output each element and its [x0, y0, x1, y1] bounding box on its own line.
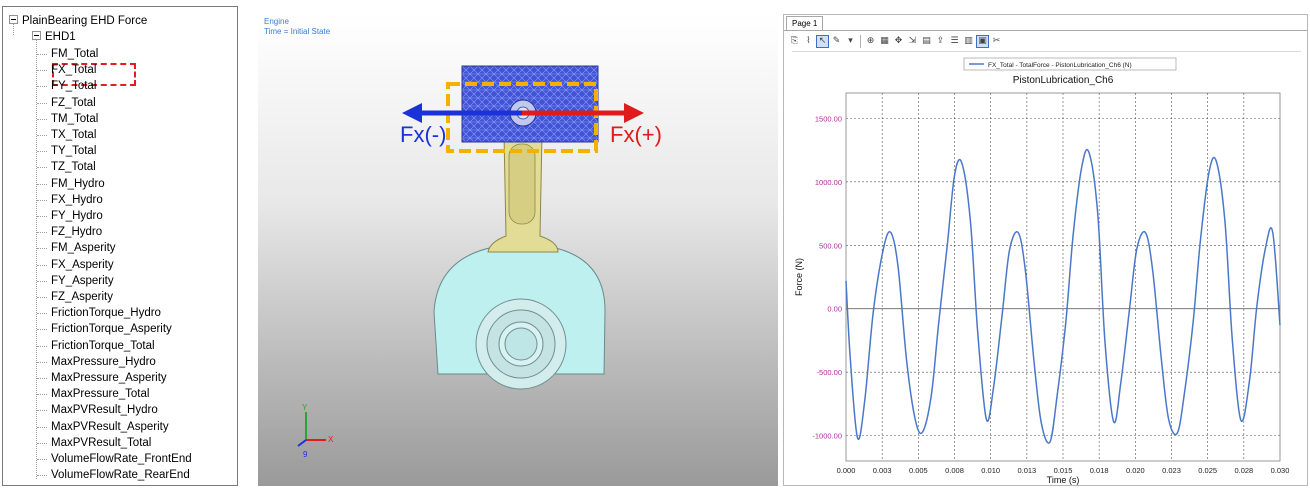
tree-line: [37, 118, 47, 120]
tree-line: [37, 297, 47, 298]
tree-item-fx-hydro[interactable]: FX_Hydro: [51, 192, 103, 208]
tree-line: [37, 70, 47, 72]
tree-item-tx-total[interactable]: TX_Total: [51, 127, 96, 143]
x-tick-label: 0.020: [1126, 466, 1145, 475]
fx-negative-label: Fx(-): [400, 122, 447, 147]
tree-item-fm-hydro[interactable]: FM_Hydro: [51, 176, 105, 192]
tree-node-ehd1[interactable]: EHD1: [32, 29, 76, 45]
tree-line: [37, 280, 47, 282]
tree-item-maxpressure-hydro[interactable]: MaxPressure_Hydro: [51, 354, 156, 370]
y-axis-label: Force (N): [794, 258, 804, 296]
tree-line: [37, 102, 47, 104]
x-tick-label: 0.010: [981, 466, 1000, 475]
x-tick-label: 0.013: [1017, 466, 1036, 475]
tree-item-maxpressure-asperity[interactable]: MaxPressure_Asperity: [51, 370, 167, 386]
tree-line: [37, 442, 47, 444]
tree-line: [37, 232, 47, 234]
tree-line: [37, 329, 47, 331]
axis-triad: [297, 412, 326, 447]
legend-label: FX_Total - TotalForce - PistonLubricatio…: [988, 62, 1132, 69]
tree-line: [37, 264, 47, 266]
collapse-icon[interactable]: [32, 31, 41, 41]
tree-line: [37, 183, 47, 185]
y-tick-label: 1500.00: [815, 114, 842, 123]
x-tick-label: 0.018: [1090, 466, 1109, 475]
triad-z-label: 9: [303, 450, 308, 459]
tree-item-frictiontorque-asperity[interactable]: FrictionTorque_Asperity: [51, 321, 172, 337]
tree-line: [37, 151, 47, 153]
tree-line: [37, 54, 47, 55]
tree-panel: PlainBearing EHD Force EHD1 FM_Total FX_T…: [2, 6, 238, 486]
plot-panel: Page 1 ⎘ ⌇ ↖ ✎ ▾ ⊕ ▦ ✥ ⇲ ▤ ⇪ ☰ ▥ ▣ ✂ 0.0…: [783, 14, 1308, 486]
x-tick-label: 0.023: [1162, 466, 1181, 475]
tree-line: [37, 345, 47, 347]
tree-item-tm-total[interactable]: TM_Total: [51, 111, 98, 127]
tree-item-fz-asperity[interactable]: FZ_Asperity: [51, 289, 113, 305]
tree-line: [37, 167, 47, 169]
tree-item-ty-total[interactable]: TY_Total: [51, 143, 96, 159]
x-tick-label: 0.030: [1271, 466, 1290, 475]
tree-line: [37, 216, 47, 217]
tree-line: [37, 378, 47, 379]
tree-item-fx-asperity[interactable]: FX_Asperity: [51, 257, 114, 273]
piston: [461, 65, 599, 143]
tree-item-fy-hydro[interactable]: FY_Hydro: [51, 208, 103, 224]
triad-y-label: Y: [302, 403, 308, 412]
tree-item-volumeflowrate-rearend[interactable]: VolumeFlowRate_RearEnd: [51, 467, 190, 483]
tree-line: [37, 394, 47, 396]
x-tick-label: 0.015: [1054, 466, 1073, 475]
tree-item-fy-asperity[interactable]: FY_Asperity: [51, 273, 114, 289]
tree-item-volumeflowrate-frontend[interactable]: VolumeFlowRate_FrontEnd: [51, 451, 192, 467]
tree-line: [37, 248, 47, 250]
tree-item-fm-asperity[interactable]: FM_Asperity: [51, 240, 116, 256]
triad-x-label: X: [328, 435, 334, 444]
viewport-title: Engine: [264, 17, 289, 26]
tree-item-fy-total[interactable]: FY_Total: [51, 78, 96, 94]
tree-item-frictiontorque-hydro[interactable]: FrictionTorque_Hydro: [51, 305, 161, 321]
tree-line: [37, 410, 47, 412]
tree-line: [37, 313, 47, 315]
tree-item-maxpvresult-hydro[interactable]: MaxPVResult_Hydro: [51, 402, 158, 418]
y-tick-label: 0.00: [827, 305, 842, 314]
x-tick-label: 0.028: [1234, 466, 1253, 475]
viewport-time: Time = Initial State: [264, 27, 331, 36]
tree-line: [37, 86, 47, 88]
crankshaft: [433, 243, 606, 390]
tree-line: [37, 459, 47, 460]
x-tick-label: 0.025: [1198, 466, 1217, 475]
tree-item-maxpvresult-asperity[interactable]: MaxPVResult_Asperity: [51, 419, 169, 435]
tree-item-tz-total[interactable]: TZ_Total: [51, 159, 96, 175]
x-tick-label: 0.005: [909, 466, 928, 475]
collapse-icon[interactable]: [9, 15, 18, 25]
y-tick-label: 1000.00: [815, 178, 842, 187]
tree-line: [37, 426, 47, 428]
x-tick-label: 0.000: [837, 466, 856, 475]
tree-line: [37, 475, 47, 477]
line-chart[interactable]: 0.000 0.003 0.005 0.008 0.010 0.013 0.015 0.018…: [784, 15, 1307, 485]
tree-root-label: PlainBearing EHD Force: [22, 15, 148, 27]
y-tick-label: 500.00: [819, 241, 842, 250]
y-tick-label: -1000.00: [812, 432, 842, 441]
tree-item-fz-hydro[interactable]: FZ_Hydro: [51, 224, 102, 240]
tree-item-fm-total[interactable]: FM_Total: [51, 46, 98, 62]
tree-node-label: EHD1: [45, 31, 76, 43]
3d-viewport[interactable]: Engine Time = Initial State X Y 9 Fx(-) …: [258, 14, 778, 486]
tree-item-fx-total[interactable]: FX_Total: [51, 62, 96, 78]
engine-model[interactable]: X Y 9: [258, 14, 778, 486]
y-tick-label: -500.00: [817, 368, 842, 377]
tree-item-maxpressure-total[interactable]: MaxPressure_Total: [51, 386, 149, 402]
tree-item-fz-total[interactable]: FZ_Total: [51, 95, 96, 111]
tree-root[interactable]: PlainBearing EHD Force: [9, 13, 147, 29]
fx-positive-label: Fx(+): [610, 122, 662, 147]
tree-item-frictiontorque-total[interactable]: FrictionTorque_Total: [51, 338, 155, 354]
x-axis-label: Time (s): [1047, 475, 1080, 485]
tree-line: [37, 135, 47, 136]
x-tick-label: 0.008: [945, 466, 964, 475]
tree-line: [37, 361, 47, 363]
chart-title: PistonLubrication_Ch6: [1013, 75, 1114, 86]
x-tick-label: 0.003: [873, 466, 892, 475]
tree-line: [37, 199, 47, 201]
tree-item-maxpvresult-total[interactable]: MaxPVResult_Total: [51, 435, 151, 451]
